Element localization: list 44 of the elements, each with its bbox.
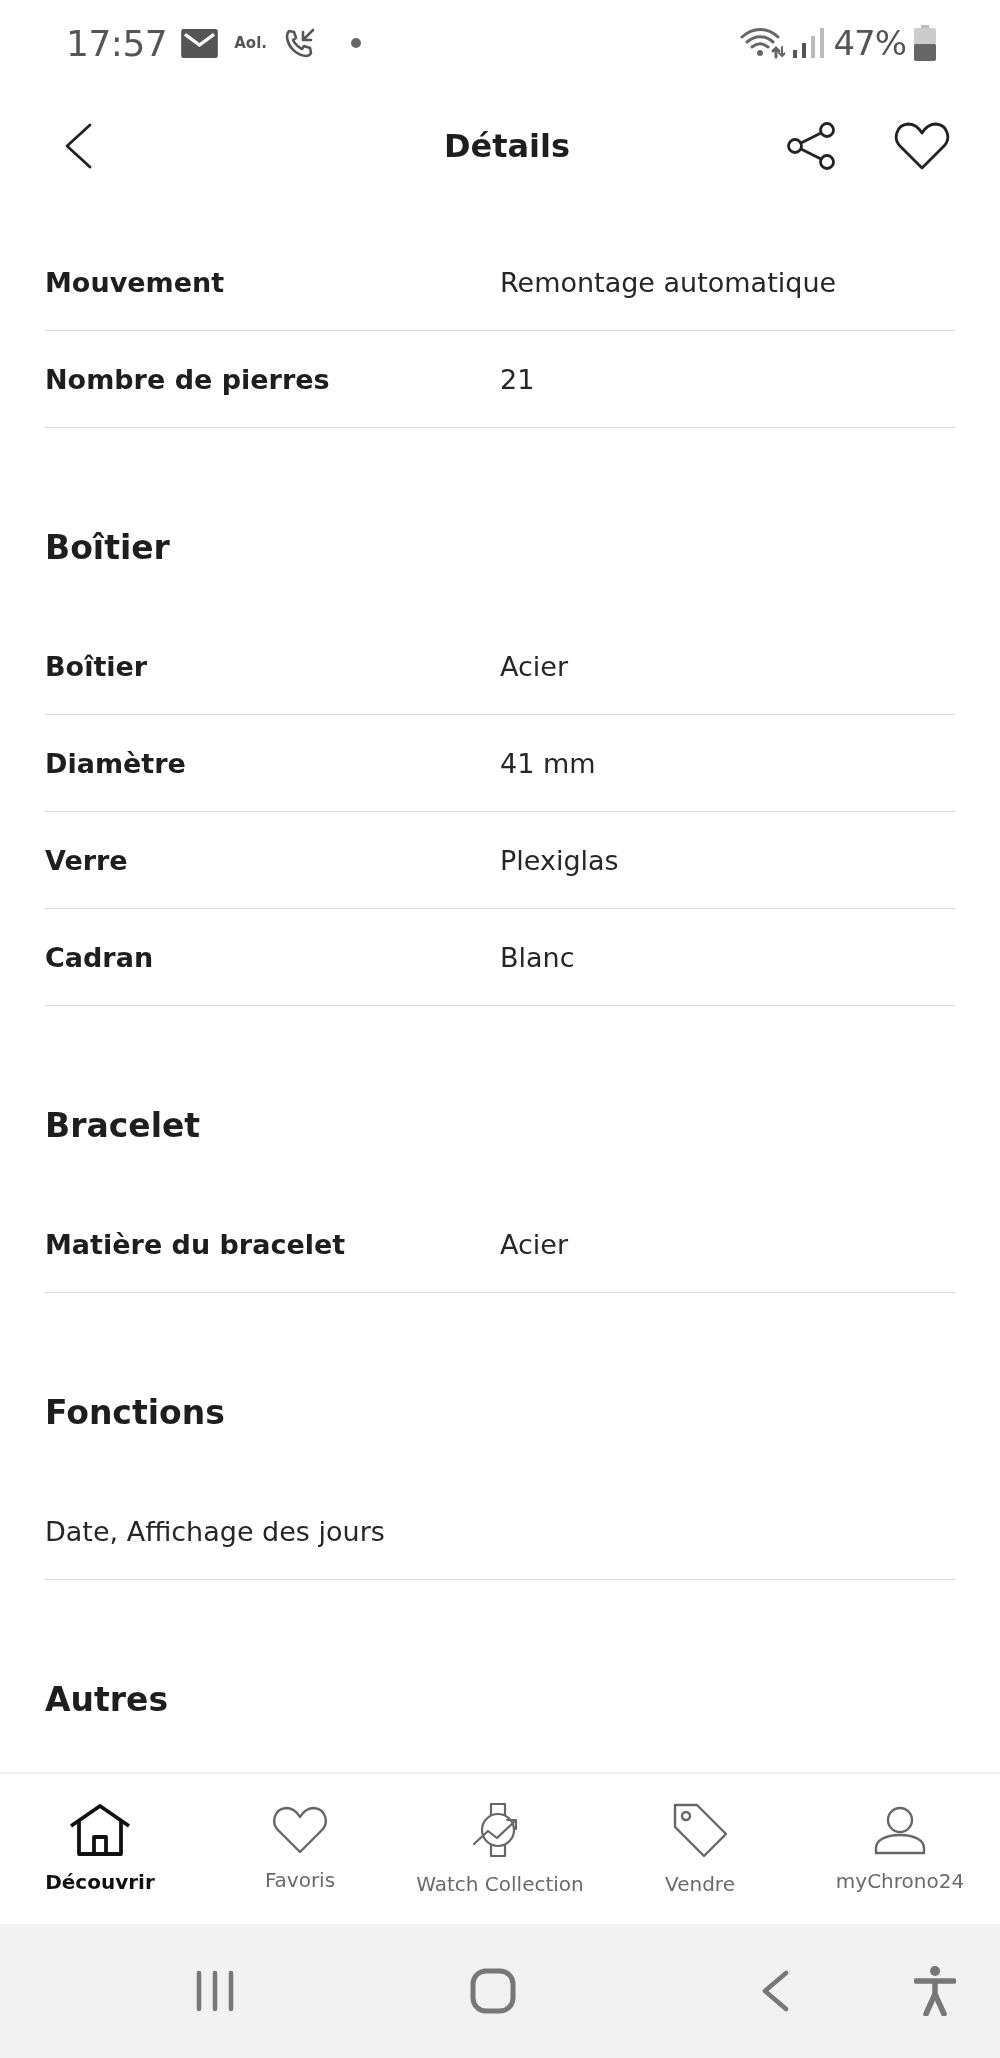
spec-label: Nombre de pierres (45, 363, 331, 395)
heart-icon (272, 1806, 328, 1854)
home-icon[interactable] (470, 1968, 516, 2014)
wifi-icon (739, 27, 786, 59)
section-heading: Boîtier (45, 527, 171, 569)
spec-label: Mouvement (45, 266, 226, 298)
spec-label: Boîtier (45, 650, 149, 682)
notification-dot-icon (351, 38, 361, 48)
spec-label: Verre (45, 844, 129, 876)
spec-value: Plexiglas (500, 844, 619, 876)
spec-value: Acier (500, 1228, 569, 1260)
house-icon (69, 1804, 131, 1856)
accessibility-icon[interactable] (914, 1966, 956, 2016)
person-icon (874, 1805, 926, 1855)
spec-value: Acier (500, 650, 569, 682)
section-heading: Bracelet (45, 1105, 202, 1147)
spec-value: 21 (500, 363, 535, 395)
mail-icon (181, 28, 219, 58)
signal-icon (793, 28, 826, 58)
spec-value: 41 mm (500, 747, 596, 779)
recents-icon[interactable] (195, 1970, 235, 2012)
spec-label: Matière du bracelet (45, 1228, 347, 1260)
share-icon[interactable] (786, 122, 836, 170)
section-heading: Fonctions (45, 1392, 226, 1434)
nav-tab[interactable]: myChrono24 (835, 1805, 965, 1893)
spec-value: Remontage automatique (500, 266, 837, 298)
spec-value: Blanc (500, 941, 575, 973)
page-title: Détails (443, 127, 571, 165)
spec-label: Diamètre (45, 747, 187, 779)
section-heading: Autres (45, 1679, 170, 1721)
notification-label: Aol. (234, 34, 267, 52)
nav-tab[interactable]: Watch Collection (416, 1802, 584, 1896)
nav-tab[interactable]: Vendre (665, 1802, 735, 1896)
heart-icon[interactable] (894, 122, 950, 170)
phone-arrow-icon (285, 28, 315, 58)
spec-text: Date, Affichage des jours (45, 1515, 385, 1547)
battery-icon (914, 25, 936, 61)
back-icon[interactable] (64, 123, 92, 169)
nav-tab[interactable]: Favoris (264, 1806, 336, 1892)
spec-label: Cadran (45, 941, 155, 973)
status-time: 17:57 (66, 22, 168, 64)
nav-tab[interactable]: Découvrir (45, 1804, 155, 1894)
tag-icon (672, 1802, 728, 1858)
battery-percent: 47% (833, 23, 906, 63)
